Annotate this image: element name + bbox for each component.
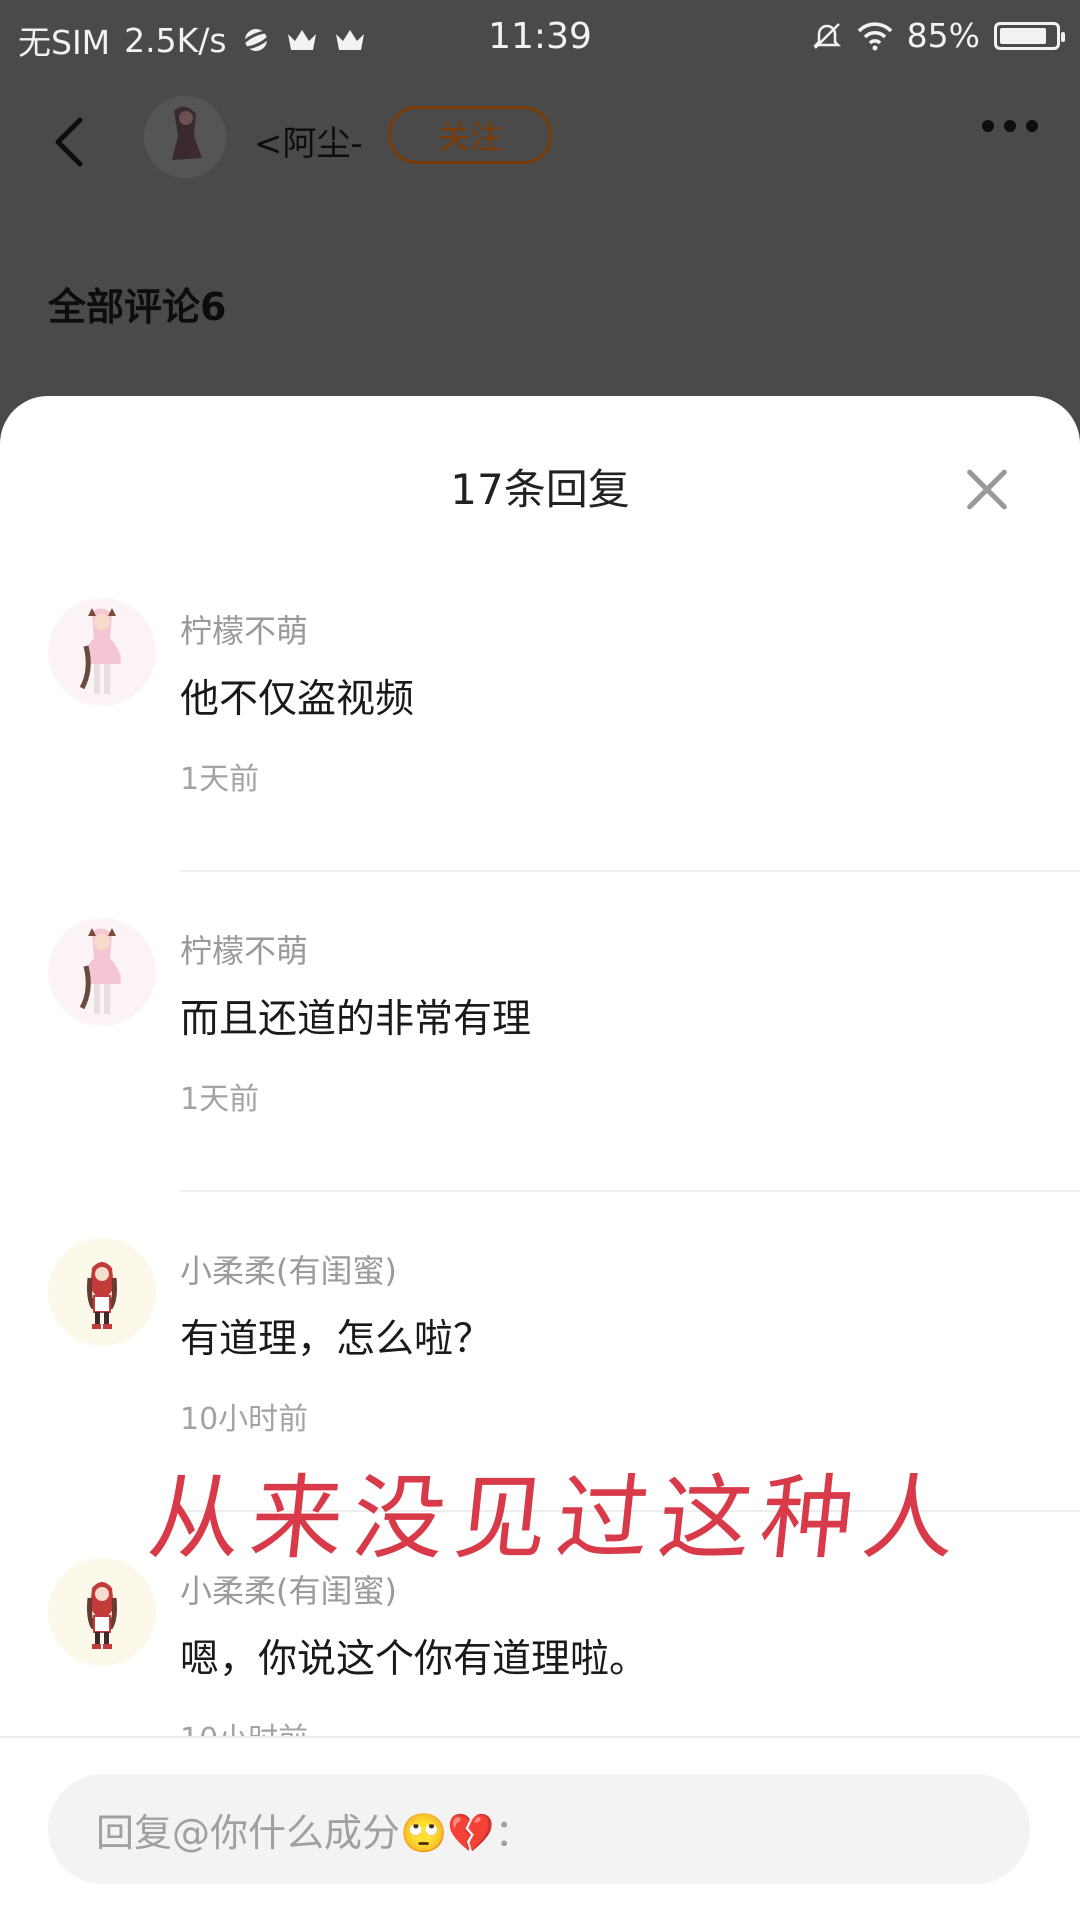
more-options-icon[interactable] (982, 120, 1038, 132)
status-right: 85% (811, 16, 1065, 55)
list-item[interactable]: 柠檬不萌 他不仅盗视频 1天前 (0, 586, 1080, 906)
dot (1026, 120, 1038, 132)
dot (982, 120, 994, 132)
avatar-image (87, 1582, 117, 1649)
reply-text: 有道理，怎么啦？ (180, 1317, 493, 1362)
list-item[interactable]: 柠檬不萌 而且还道的非常有理 1天前 (0, 906, 1080, 1226)
reply-input[interactable]: 回复@你什么成分🙄💔： (48, 1774, 1030, 1884)
avatar[interactable] (48, 918, 156, 1026)
reply-text: 而且还道的非常有理 (180, 997, 532, 1042)
avatar[interactable] (48, 1238, 156, 1346)
author-avatar[interactable] (144, 96, 226, 178)
reply-text: 他不仅盗视频 (180, 677, 415, 722)
reply-time: 10小时前 (180, 1402, 309, 1437)
battery-icon (994, 21, 1065, 50)
avatar[interactable] (48, 598, 156, 706)
page-header: <阿尘- 关注 (0, 96, 1080, 186)
author-avatar-image (144, 96, 226, 178)
avatar-image (79, 608, 121, 694)
battery-percent: 85% (906, 16, 980, 55)
reply-time: 1天前 (180, 762, 260, 797)
back-arrow-icon[interactable] (44, 114, 100, 170)
reply-time: 1天前 (180, 1082, 260, 1117)
divider (180, 870, 1080, 872)
battery-fill (1000, 27, 1046, 44)
reply-list: 柠檬不萌 他不仅盗视频 1天前 柠檬不萌 而且还道的非常有理 1天前 小柔柔(有… (0, 586, 1080, 1866)
handwritten-overlay-text: 从来没见过这种人 (143, 1465, 971, 1572)
reply-text: 嗯，你说这个你有道理啦。 (180, 1637, 649, 1682)
avatar-image (87, 1262, 117, 1329)
follow-button[interactable]: 关注 (388, 106, 552, 164)
sheet-title: 17条回复 (450, 465, 630, 514)
bell-off-icon (812, 22, 841, 49)
avatar[interactable] (48, 1558, 156, 1666)
dot (1004, 120, 1016, 132)
reply-username[interactable]: 小柔柔(有闺蜜) (180, 1246, 397, 1292)
reply-username[interactable]: 柠檬不萌 (180, 606, 308, 652)
all-comments-heading: 全部评论6 (48, 285, 227, 329)
reply-sheet: 17条回复 柠檬不萌 他不仅盗视频 1天前 柠檬不萌 而且还道的非常有理 1天前… (0, 396, 1080, 1920)
status-bar: 无SIM 2.5K/s 11:39 85% (0, 0, 1080, 76)
avatar-image (79, 928, 121, 1014)
reply-username[interactable]: 柠檬不萌 (180, 926, 308, 972)
close-icon[interactable] (964, 466, 1010, 512)
wifi-icon (857, 21, 892, 50)
author-name[interactable]: <阿尘- (254, 116, 363, 165)
divider (180, 1190, 1080, 1192)
reply-input-bar: 回复@你什么成分🙄💔： (0, 1736, 1080, 1920)
